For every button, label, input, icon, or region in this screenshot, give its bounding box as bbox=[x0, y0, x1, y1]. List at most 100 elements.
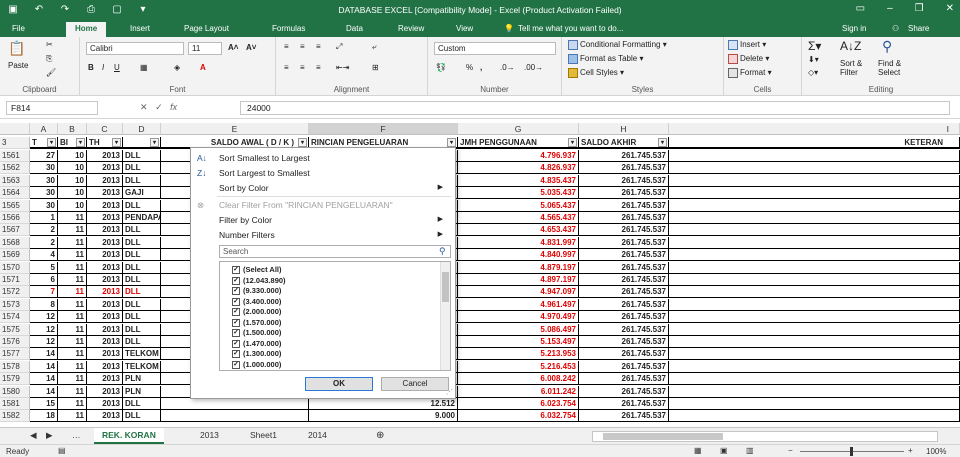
cell-i[interactable] bbox=[669, 398, 960, 410]
cell-g[interactable]: 4.565.437 bbox=[458, 212, 579, 224]
sheet-tab-rek-koran[interactable]: REK. KORAN bbox=[94, 428, 164, 444]
cell-d[interactable]: DLL bbox=[123, 336, 161, 348]
format-cells-button[interactable]: Format ▾ bbox=[728, 68, 772, 78]
cell-b[interactable]: 10 bbox=[58, 162, 87, 175]
decrease-decimal-icon[interactable]: .00→ bbox=[524, 63, 543, 72]
cell-h[interactable]: 261.745.537 bbox=[579, 261, 669, 274]
cell-d[interactable]: TELKOM bbox=[123, 348, 161, 361]
cell-g[interactable]: 5.216.453 bbox=[458, 360, 579, 373]
increase-decimal-icon[interactable]: .0→ bbox=[500, 63, 515, 72]
cell-d[interactable]: DLL bbox=[123, 150, 161, 162]
cell-a[interactable]: 1 bbox=[30, 212, 58, 224]
cell-c[interactable]: 2013 bbox=[87, 174, 123, 187]
cell-b[interactable]: 11 bbox=[58, 298, 87, 311]
cell-c[interactable]: 2013 bbox=[87, 224, 123, 237]
checkbox-icon[interactable]: ✓ bbox=[232, 360, 240, 369]
cell-b[interactable]: 11 bbox=[58, 274, 87, 286]
cell-c[interactable]: 2013 bbox=[87, 360, 123, 373]
zoom-level[interactable]: 100% bbox=[926, 447, 946, 456]
filter-value-item[interactable]: ✓ (3.400.000) bbox=[232, 297, 281, 306]
paste-icon[interactable]: 📋 bbox=[8, 40, 25, 57]
cell-a[interactable]: 14 bbox=[30, 385, 58, 398]
cell-e[interactable] bbox=[161, 398, 309, 410]
filter-dropdown-b[interactable]: ▾ bbox=[76, 138, 85, 147]
cell-i[interactable] bbox=[669, 385, 960, 398]
cell-c[interactable]: 2013 bbox=[87, 261, 123, 274]
cell-h[interactable]: 261.745.537 bbox=[579, 187, 669, 200]
indent-icon[interactable]: ⇤⇥ bbox=[336, 63, 349, 72]
filter-dropdown-g[interactable]: ▾ bbox=[568, 138, 577, 147]
align-top-icon[interactable]: ≡ bbox=[284, 42, 289, 51]
cut-icon[interactable]: ✂ bbox=[46, 40, 53, 49]
fill-color-icon[interactable]: ◈ bbox=[174, 63, 180, 72]
column-header-e[interactable]: E bbox=[161, 123, 309, 135]
cell-a[interactable]: 12 bbox=[30, 323, 58, 336]
wrap-text-icon[interactable]: ⤶ bbox=[372, 42, 376, 52]
checkbox-icon[interactable]: ✓ bbox=[232, 287, 240, 296]
cell-g[interactable]: 4.653.437 bbox=[458, 224, 579, 237]
cell-c[interactable]: 2013 bbox=[87, 336, 123, 348]
macro-record-icon[interactable]: ▤ bbox=[58, 446, 66, 455]
cell-h[interactable]: 261.745.537 bbox=[579, 385, 669, 398]
resize-grip-icon[interactable]: ⋰ bbox=[446, 388, 453, 396]
close-icon[interactable]: ✕ bbox=[946, 3, 954, 14]
cell-g[interactable]: 5.035.437 bbox=[458, 187, 579, 200]
name-box[interactable]: F814 bbox=[6, 101, 98, 115]
ok-button[interactable]: OK bbox=[305, 377, 373, 391]
normal-view-icon[interactable]: ▦ bbox=[694, 446, 702, 455]
cell-c[interactable]: 2013 bbox=[87, 150, 123, 162]
cell-i[interactable] bbox=[669, 174, 960, 187]
row-header[interactable]: 1563 bbox=[0, 174, 30, 187]
cell-a[interactable]: 5 bbox=[30, 261, 58, 274]
cell-h[interactable]: 261.745.537 bbox=[579, 336, 669, 348]
filter-value-item[interactable]: ✓ (1.300.000) bbox=[232, 349, 281, 359]
align-bottom-icon[interactable]: ≡ bbox=[316, 42, 321, 51]
cell-c[interactable]: 2013 bbox=[87, 385, 123, 398]
row-header[interactable]: 1581 bbox=[0, 398, 30, 410]
cell-h[interactable]: 261.745.537 bbox=[579, 249, 669, 262]
cell-b[interactable]: 11 bbox=[58, 212, 87, 224]
zoom-slider[interactable] bbox=[800, 447, 904, 456]
page-layout-view-icon[interactable]: ▣ bbox=[720, 446, 728, 455]
find-select-button[interactable]: Find & Select bbox=[878, 59, 916, 77]
filter-value-item[interactable]: ✓ (2.000.000) bbox=[232, 307, 281, 317]
cell-g[interactable]: 6.032.754 bbox=[458, 410, 579, 423]
row-header[interactable]: 1571 bbox=[0, 274, 30, 286]
find-select-icon[interactable]: ⚲ bbox=[882, 38, 892, 55]
zoom-out-icon[interactable]: − bbox=[788, 446, 793, 455]
filter-search-input[interactable]: Search bbox=[219, 245, 451, 258]
bold-icon[interactable]: B bbox=[88, 63, 94, 72]
merge-center-icon[interactable]: ⊞ bbox=[372, 63, 379, 72]
cell-b[interactable]: 11 bbox=[58, 336, 87, 348]
tab-review[interactable]: Review bbox=[398, 24, 424, 33]
cell-g[interactable]: 5.213.953 bbox=[458, 348, 579, 361]
shrink-font-icon[interactable]: A˅ bbox=[246, 43, 256, 52]
cell-h[interactable]: 261.745.537 bbox=[579, 410, 669, 423]
cell-d[interactable]: DLL bbox=[123, 311, 161, 324]
number-filters-item[interactable]: Number Filters ▶ bbox=[219, 230, 449, 240]
cell-e[interactable] bbox=[161, 410, 309, 423]
cell-c[interactable]: 2013 bbox=[87, 249, 123, 262]
cell-i[interactable] bbox=[669, 224, 960, 237]
row-header[interactable]: 1573 bbox=[0, 298, 30, 311]
cancel-button[interactable]: Cancel bbox=[381, 377, 449, 391]
row-header[interactable]: 1568 bbox=[0, 236, 30, 249]
cell-f[interactable]: 9.000 bbox=[309, 410, 458, 423]
checkbox-icon[interactable]: ✓ bbox=[232, 266, 240, 275]
row-header[interactable]: 1578 bbox=[0, 360, 30, 373]
row-header[interactable]: 1577 bbox=[0, 348, 30, 361]
column-header-h[interactable]: H bbox=[579, 123, 669, 135]
row-header[interactable]: 1566 bbox=[0, 212, 30, 224]
row-header[interactable]: 1582 bbox=[0, 410, 30, 423]
cell-d[interactable]: GAJI bbox=[123, 187, 161, 200]
sheet-overflow-icon[interactable]: … bbox=[72, 430, 81, 440]
column-header-d[interactable]: D bbox=[123, 123, 161, 135]
row-header[interactable]: 1570 bbox=[0, 261, 30, 274]
cell-h[interactable]: 261.745.537 bbox=[579, 398, 669, 410]
filter-dropdown-h[interactable]: ▾ bbox=[658, 138, 667, 147]
align-left-icon[interactable]: ≡ bbox=[284, 63, 289, 72]
cell-b[interactable]: 10 bbox=[58, 199, 87, 212]
cell-a[interactable]: 30 bbox=[30, 199, 58, 212]
font-size-select[interactable]: 11 bbox=[188, 42, 222, 55]
zoom-slider-thumb[interactable] bbox=[850, 447, 853, 456]
